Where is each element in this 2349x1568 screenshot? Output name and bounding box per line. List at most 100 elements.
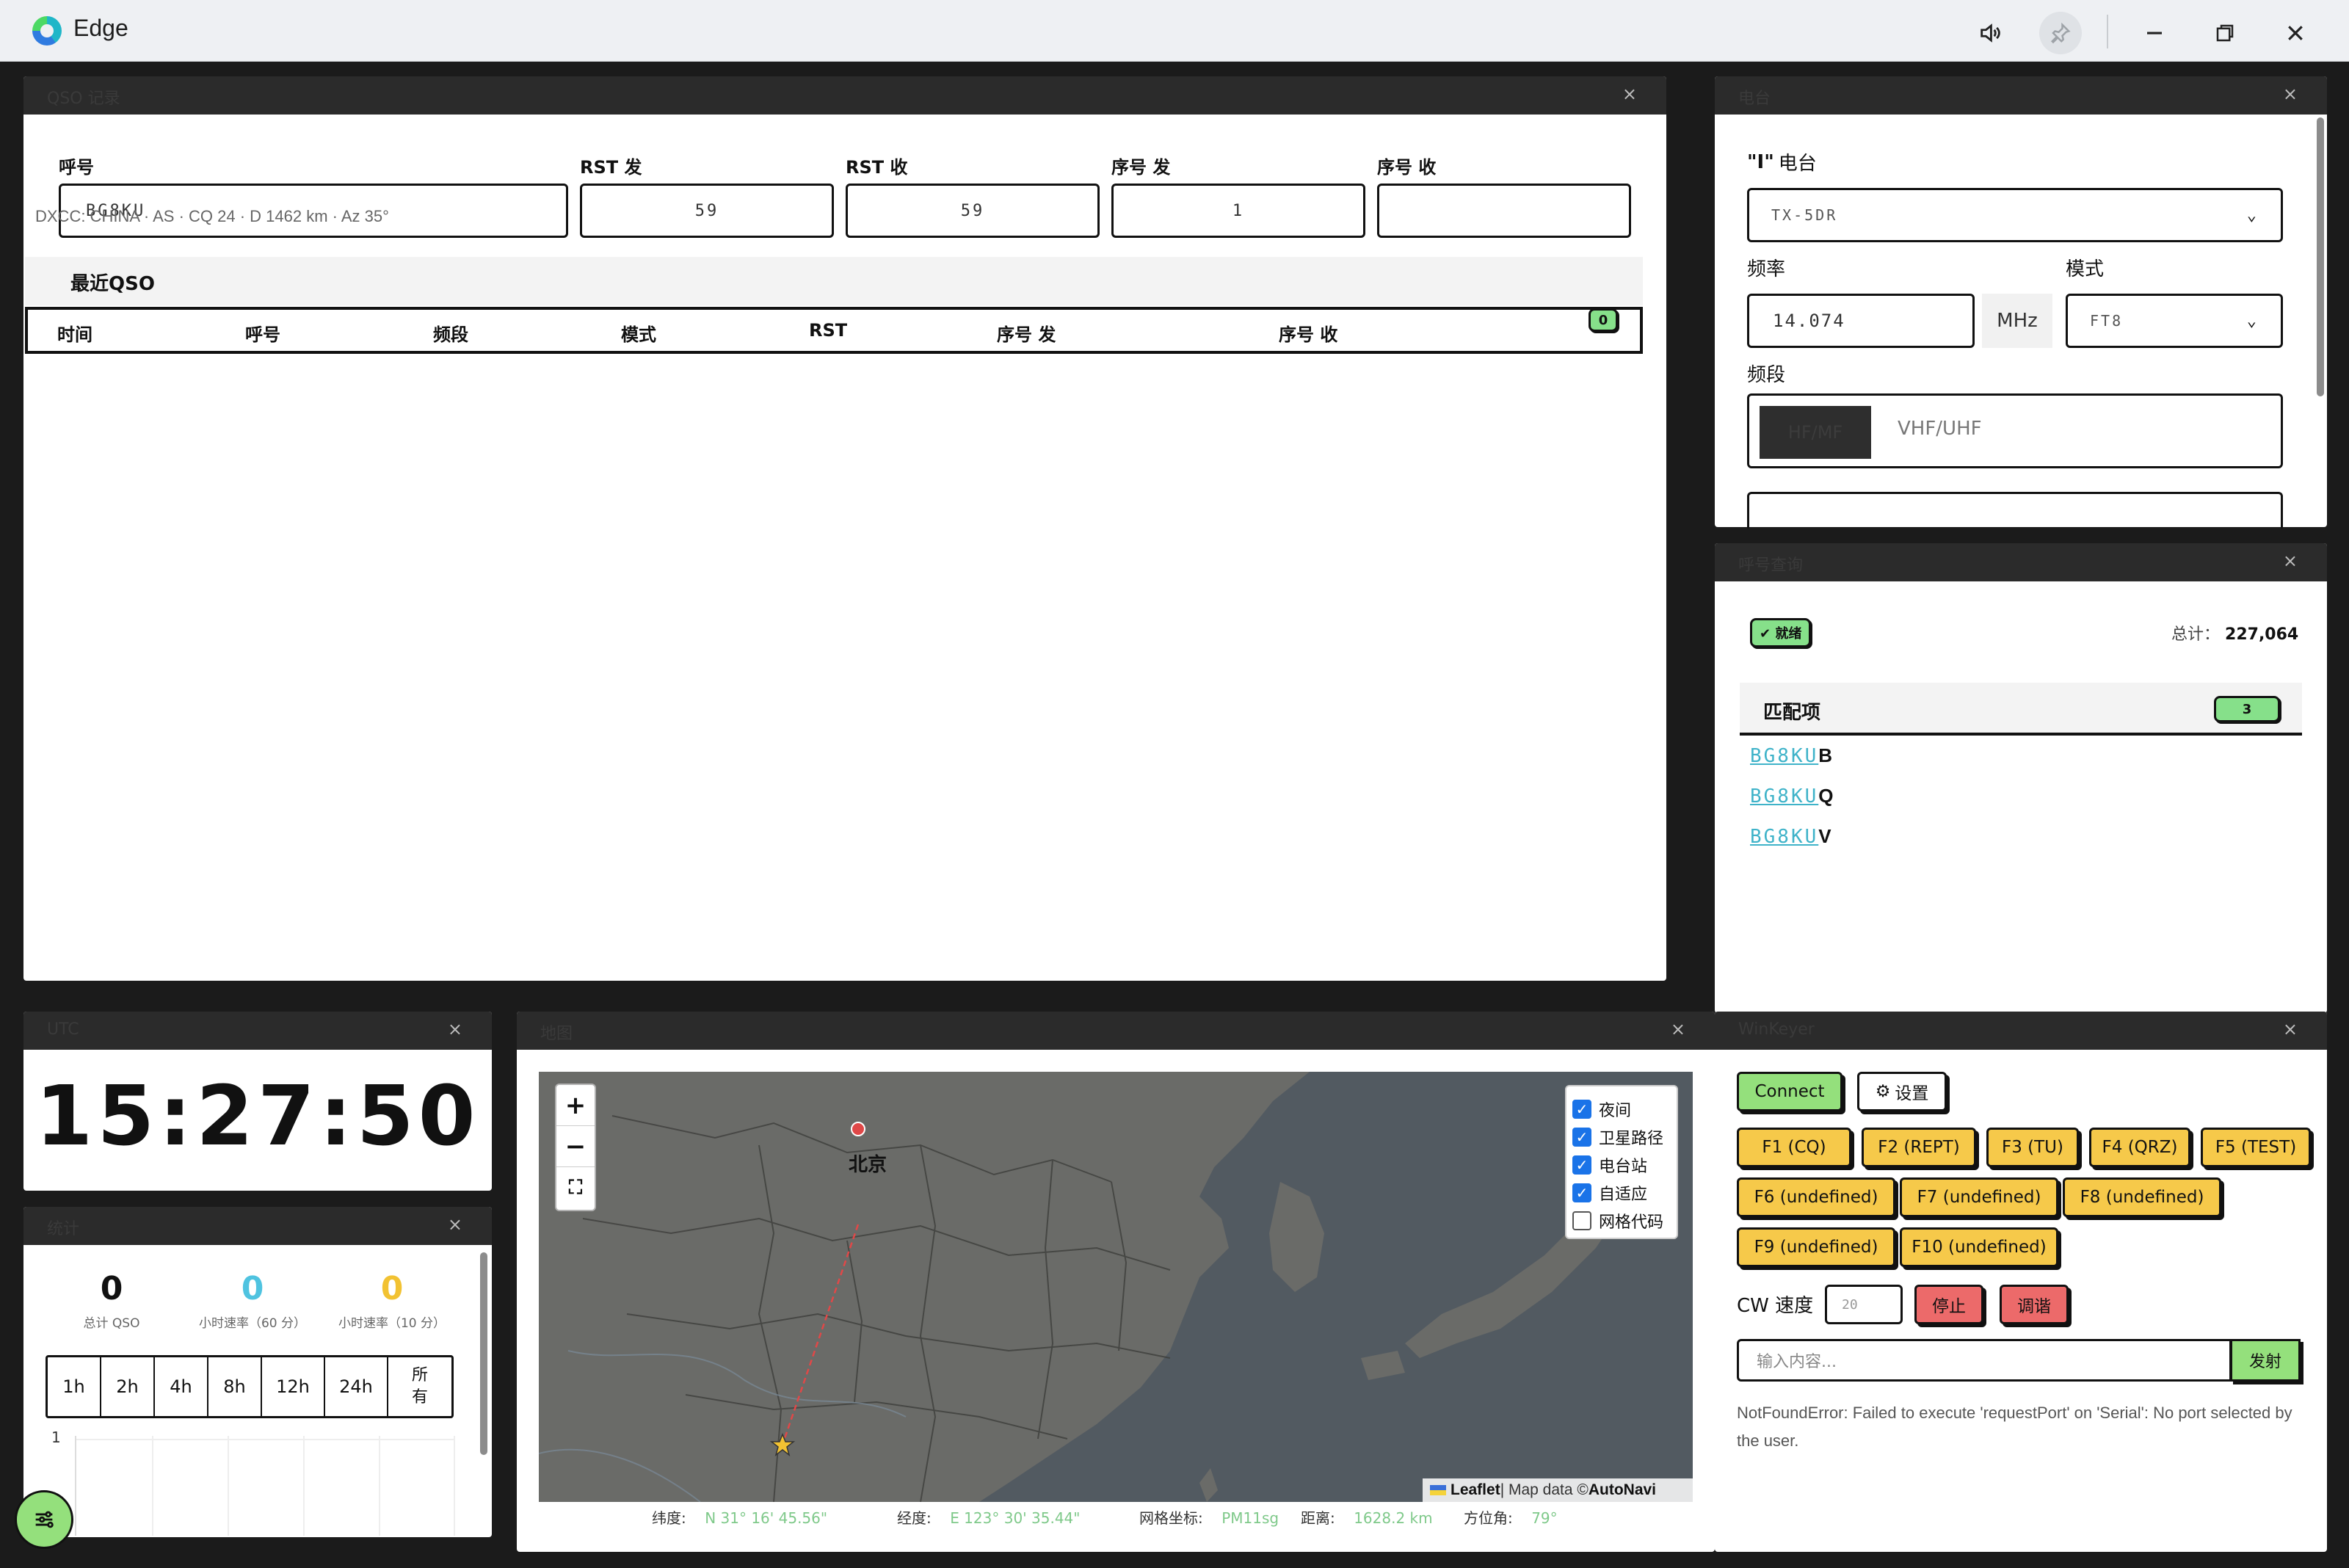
range-1h-button[interactable]: 1h <box>48 1357 101 1416</box>
column-callsign[interactable]: 呼号 <box>245 320 280 346</box>
f2-button[interactable]: F2 (REPT) <box>1862 1128 1976 1167</box>
range-all-button[interactable]: 所有 <box>388 1357 451 1416</box>
qso-panel-header[interactable]: QSO 记录 × <box>23 76 1666 115</box>
radio-panel-scrollbar[interactable] <box>2317 117 2324 396</box>
settings-button[interactable]: ⚙ 设置 <box>1857 1072 1947 1111</box>
cw-speed-input[interactable]: 20 <box>1825 1285 1903 1324</box>
attribution-text: | Map data © <box>1500 1481 1589 1498</box>
match-count-badge: 3 <box>2214 696 2280 722</box>
checkbox[interactable] <box>1572 1211 1591 1230</box>
connect-button[interactable]: Connect <box>1737 1072 1842 1111</box>
f3-button[interactable]: F3 (TU) <box>1986 1128 2079 1167</box>
range-12h-button[interactable]: 12h <box>262 1357 325 1416</box>
band-vhf-uhf-button[interactable]: VHF/UHF <box>1898 418 1982 440</box>
match-suffix: V <box>1818 825 1831 847</box>
callsign-label: 呼号 <box>59 157 94 178</box>
match-item[interactable]: BG8KUB <box>1750 744 1832 767</box>
f6-button[interactable]: F6 (undefined) <box>1737 1177 1895 1217</box>
f9-button[interactable]: F9 (undefined) <box>1737 1227 1895 1267</box>
layer-adaptive[interactable]: ✓ 自适应 <box>1572 1179 1671 1207</box>
hourly-rate-60-value: 0 <box>241 1270 264 1307</box>
rst-sent-input[interactable]: 59 <box>580 184 834 238</box>
close-icon[interactable]: × <box>448 1019 462 1039</box>
layer-night[interactable]: ✓ 夜间 <box>1572 1095 1671 1123</box>
f4-button[interactable]: F4 (QRZ) <box>2089 1128 2190 1167</box>
close-icon[interactable]: × <box>448 1214 462 1235</box>
layer-stations[interactable]: ✓ 电台站 <box>1572 1151 1671 1179</box>
match-suffix: B <box>1818 744 1833 766</box>
frequency-input[interactable]: 14.074 <box>1747 294 1975 348</box>
range-8h-button[interactable]: 8h <box>208 1357 262 1416</box>
distance-value: 1628.2 km <box>1354 1509 1433 1527</box>
minimize-icon[interactable] <box>2133 12 2176 54</box>
tune-button[interactable]: 调谐 <box>2000 1285 2069 1324</box>
zoom-in-button[interactable]: + <box>556 1085 595 1126</box>
leaflet-link[interactable]: Leaflet <box>1451 1481 1500 1499</box>
zoom-out-button[interactable]: − <box>556 1126 595 1167</box>
pin-icon[interactable] <box>2039 12 2082 54</box>
match-item[interactable]: BG8KUQ <box>1750 785 1834 807</box>
match-prefix[interactable]: BG8KU <box>1750 826 1818 848</box>
autonavi-link[interactable]: AutoNavi <box>1589 1481 1656 1499</box>
winkeyer-panel-header[interactable]: WinKeyer × <box>1715 1012 2327 1050</box>
azimuth-info: 方位角: 79° <box>1464 1506 1558 1528</box>
radio-panel-header[interactable]: 电台 × <box>1715 76 2327 115</box>
beijing-marker[interactable] <box>851 1122 865 1136</box>
column-serial-sent[interactable]: 序号 发 <box>997 320 1056 346</box>
layer-satellite-path[interactable]: ✓ 卫星路径 <box>1572 1123 1671 1151</box>
column-time[interactable]: 时间 <box>57 320 92 346</box>
range-4h-button[interactable]: 4h <box>155 1357 208 1416</box>
f8-button[interactable]: F8 (undefined) <box>2063 1177 2221 1217</box>
checkbox[interactable]: ✓ <box>1572 1100 1591 1119</box>
stats-panel-header[interactable]: 统计 × <box>23 1207 492 1245</box>
checkbox[interactable]: ✓ <box>1572 1128 1591 1147</box>
serial-sent-input[interactable]: 1 <box>1111 184 1365 238</box>
latitude-info: 纬度: N 31° 16' 45.56" <box>652 1506 827 1528</box>
grid-label: 网格坐标: <box>1139 1509 1203 1527</box>
close-icon[interactable]: × <box>2283 1019 2298 1039</box>
match-prefix[interactable]: BG8KU <box>1750 745 1818 767</box>
f1-button[interactable]: F1 (CQ) <box>1737 1128 1851 1167</box>
checkbox[interactable]: ✓ <box>1572 1183 1591 1202</box>
band-hf-mf-button[interactable]: HF/MF <box>1760 406 1871 459</box>
fullscreen-icon[interactable]: ⛶ <box>556 1167 595 1208</box>
leaflet-flag-icon <box>1430 1485 1446 1495</box>
layer-grid[interactable]: 网格代码 <box>1572 1207 1671 1235</box>
speaker-icon[interactable] <box>1969 12 2011 54</box>
close-icon[interactable]: × <box>1671 1019 1685 1039</box>
map-view[interactable]: 北京 <box>539 1072 1693 1502</box>
f7-button[interactable]: F7 (undefined) <box>1900 1177 2058 1217</box>
match-item[interactable]: BG8KUV <box>1750 825 1831 848</box>
column-mode[interactable]: 模式 <box>621 320 656 346</box>
close-icon[interactable]: × <box>1622 84 1637 104</box>
close-icon[interactable]: × <box>2283 84 2298 104</box>
map-graphic <box>539 1072 1693 1502</box>
lookup-panel-header[interactable]: 呼号查询 × <box>1715 543 2327 581</box>
stop-button[interactable]: 停止 <box>1914 1285 1983 1324</box>
column-band[interactable]: 频段 <box>433 320 468 346</box>
radio-select-value: TX-5DR <box>1771 206 1838 224</box>
close-icon[interactable]: × <box>2283 551 2298 571</box>
checkbox[interactable]: ✓ <box>1572 1155 1591 1175</box>
radio-select[interactable]: TX-5DR ⌄ <box>1747 188 2283 242</box>
azimuth-value: 79° <box>1531 1509 1558 1527</box>
serial-rcvd-input[interactable] <box>1377 184 1631 238</box>
range-2h-button[interactable]: 2h <box>101 1357 155 1416</box>
stats-panel-scrollbar[interactable] <box>480 1252 487 1455</box>
mode-select[interactable]: FT8 ⌄ <box>2066 294 2283 348</box>
utc-panel-header[interactable]: UTC × <box>23 1012 492 1050</box>
range-24h-button[interactable]: 24h <box>325 1357 388 1416</box>
f5-button[interactable]: F5 (TEST) <box>2201 1128 2311 1167</box>
match-prefix[interactable]: BG8KU <box>1750 785 1818 807</box>
transmit-button[interactable]: 发射 <box>2230 1339 2301 1382</box>
sliders-icon[interactable] <box>15 1490 73 1549</box>
radio-extra-field[interactable] <box>1747 492 2283 529</box>
column-rst[interactable]: RST <box>809 320 847 341</box>
restore-icon[interactable] <box>2204 12 2246 54</box>
column-serial-rcvd[interactable]: 序号 收 <box>1279 320 1337 346</box>
f10-button[interactable]: F10 (undefined) <box>1900 1227 2058 1267</box>
cw-message-input[interactable]: 输入内容... <box>1737 1339 2232 1382</box>
rst-rcvd-input[interactable]: 59 <box>846 184 1100 238</box>
close-icon[interactable] <box>2274 12 2317 54</box>
map-panel-header[interactable]: 地图 × <box>517 1012 1715 1050</box>
